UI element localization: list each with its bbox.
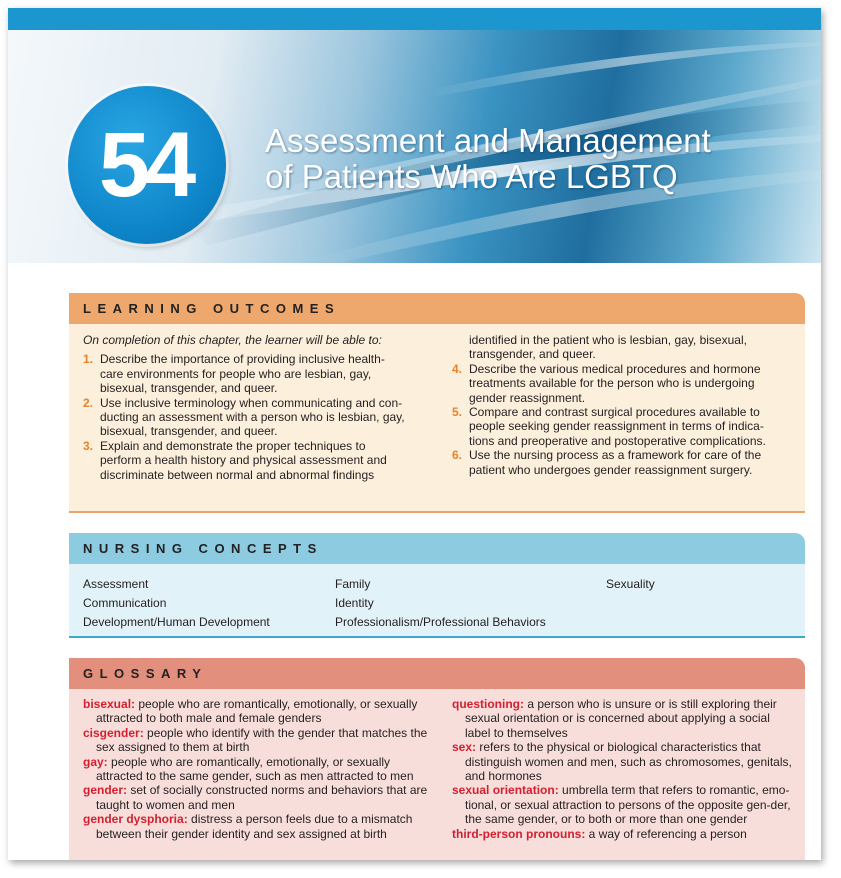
glossary-term: gender dysphoria: xyxy=(83,812,188,827)
outcome-line: tions and preoperative and postoperative… xyxy=(469,433,766,448)
nursing-concepts-box: NURSING CONCEPTS Assessment Communicatio… xyxy=(69,533,805,638)
glossary-entry: sex: refers to the physical or biologica… xyxy=(452,740,797,783)
glossary-entry: gender dysphoria: distress a person feel… xyxy=(83,812,435,841)
glossary-header: GLOSSARY xyxy=(69,658,805,689)
outcome-line: Use the nursing process as a framework f… xyxy=(469,448,762,463)
glossary-definition: people who are romantically, emotionally… xyxy=(96,754,414,784)
outcome-line: identified in the patient who is lesbian… xyxy=(469,333,747,347)
outcome-line: ducting an assessment with a person who … xyxy=(100,410,405,425)
outcome-number: 2. xyxy=(83,395,94,410)
chapter-banner: 54 Assessment and Management of Patients… xyxy=(8,30,821,263)
glossary-entry: third-person pronouns: a way of referenc… xyxy=(452,827,797,841)
glossary-entry: gender: set of socially constructed norm… xyxy=(83,783,435,812)
concept-item: Sexuality xyxy=(606,577,655,591)
outcome-item: 1. Describe the importance of providing … xyxy=(83,352,433,395)
glossary-heading: GLOSSARY xyxy=(83,666,208,681)
learning-outcomes-box: LEARNING OUTCOMES On completion of this … xyxy=(69,293,805,513)
glossary-definition: a way of referencing a person xyxy=(585,826,747,841)
outcome-line: Use inclusive terminology when communica… xyxy=(100,395,403,410)
glossary-term: questioning: xyxy=(452,697,524,711)
outcome-number: 1. xyxy=(83,352,94,367)
outcome-line: discriminate between normal and abnormal… xyxy=(100,467,375,482)
outcome-item: 4. Describe the various medical procedur… xyxy=(452,362,802,405)
concepts-column-1: Assessment Communication Development/Hum… xyxy=(83,575,270,632)
outcome-line: bisexual, transgender, and queer. xyxy=(100,381,278,396)
outcome-line: transgender, and queer. xyxy=(469,347,596,362)
textbook-page: 54 Assessment and Management of Patients… xyxy=(8,8,821,860)
chapter-number-badge: 54 xyxy=(68,86,226,244)
top-color-bar xyxy=(8,8,821,30)
concept-item: Communication xyxy=(83,596,167,610)
learning-outcomes-intro: On completion of this chapter, the learn… xyxy=(83,333,382,347)
outcome-line: patient who undergoes gender reassignmen… xyxy=(469,462,753,477)
glossary-left-column: bisexual: people who are romantically, e… xyxy=(83,697,435,841)
glossary-term: gender: xyxy=(83,783,128,798)
learning-outcomes-right-column: identified in the patient who is lesbian… xyxy=(452,333,802,477)
outcome-line: treatments available for the person who … xyxy=(469,376,755,391)
concepts-column-2: Family Identity Professionalism/Professi… xyxy=(335,575,546,632)
learning-outcomes-header: LEARNING OUTCOMES xyxy=(69,293,805,324)
outcome-number: 3. xyxy=(83,438,94,453)
glossary-definition: set of socially constructed norms and be… xyxy=(96,783,428,812)
outcome-number: 5. xyxy=(452,405,463,420)
outcome-line: care environments for people who are les… xyxy=(100,366,372,381)
concept-item: Development/Human Development xyxy=(83,615,270,629)
chapter-title: Assessment and Management of Patients Wh… xyxy=(265,123,711,195)
outcome-line: Compare and contrast surgical procedures… xyxy=(469,405,760,420)
outcome-line: perform a health history and physical as… xyxy=(100,453,387,468)
outcome-item: 2. Use inclusive terminology when commun… xyxy=(83,396,433,439)
learning-outcomes-heading: LEARNING OUTCOMES xyxy=(83,301,341,316)
glossary-term: sex: xyxy=(452,740,477,755)
concept-item: Assessment xyxy=(83,577,149,591)
outcome-number: 6. xyxy=(452,448,463,463)
outcome-continuation: identified in the patient who is lesbian… xyxy=(452,333,802,362)
glossary-entry: cisgender: people who identify with the … xyxy=(83,726,435,755)
concept-item: Family xyxy=(335,577,371,591)
nursing-concepts-header: NURSING CONCEPTS xyxy=(69,533,805,564)
outcome-line: Describe the various medical procedures … xyxy=(469,361,761,376)
chapter-title-line-2: of Patients Who Are LGBTQ xyxy=(265,158,678,195)
glossary-entry: sexual orientation: umbrella term that r… xyxy=(452,783,797,826)
concept-item: Identity xyxy=(335,596,374,610)
outcome-line: bisexual, transgender, and queer. xyxy=(100,424,278,439)
learning-outcomes-left-column: On completion of this chapter, the learn… xyxy=(83,333,433,482)
glossary-term: sexual orientation: xyxy=(452,783,559,798)
glossary-entry: gay: people who are romantically, emotio… xyxy=(83,755,435,784)
glossary-definition: people who identify with the gender that… xyxy=(96,725,428,755)
outcome-line: people seeking gender reassignment in te… xyxy=(469,419,764,434)
glossary-right-column: questioning: a person who is unsure or i… xyxy=(452,697,797,841)
outcome-item: 6. Use the nursing process as a framewor… xyxy=(452,448,802,477)
outcome-number: 4. xyxy=(452,361,463,376)
glossary-definition: people who are romantically, emotionally… xyxy=(96,697,418,726)
concepts-column-3: Sexuality xyxy=(606,575,655,594)
outcome-item: 5. Compare and contrast surgical procedu… xyxy=(452,405,802,448)
outcome-item: 3. Explain and demonstrate the proper te… xyxy=(83,439,433,482)
outcome-line: gender reassignment. xyxy=(469,390,586,405)
glossary-term: bisexual: xyxy=(83,697,136,711)
glossary-definition: refers to the physical or biological cha… xyxy=(465,740,792,784)
concept-item: Professionalism/Professional Behaviors xyxy=(335,615,546,629)
glossary-term: cisgender: xyxy=(83,725,144,740)
chapter-number: 54 xyxy=(98,113,196,216)
outcome-line: Explain and demonstrate the proper techn… xyxy=(100,438,366,453)
chapter-title-line-1: Assessment and Management xyxy=(265,122,711,159)
nursing-concepts-heading: NURSING CONCEPTS xyxy=(83,541,323,556)
glossary-entry: questioning: a person who is unsure or i… xyxy=(452,697,797,740)
glossary-box: GLOSSARY bisexual: people who are romant… xyxy=(69,658,805,860)
glossary-entry: bisexual: people who are romantically, e… xyxy=(83,697,435,726)
glossary-term: third-person pronouns: xyxy=(452,826,586,841)
outcome-line: Describe the importance of providing inc… xyxy=(100,352,385,367)
glossary-term: gay: xyxy=(83,754,108,769)
